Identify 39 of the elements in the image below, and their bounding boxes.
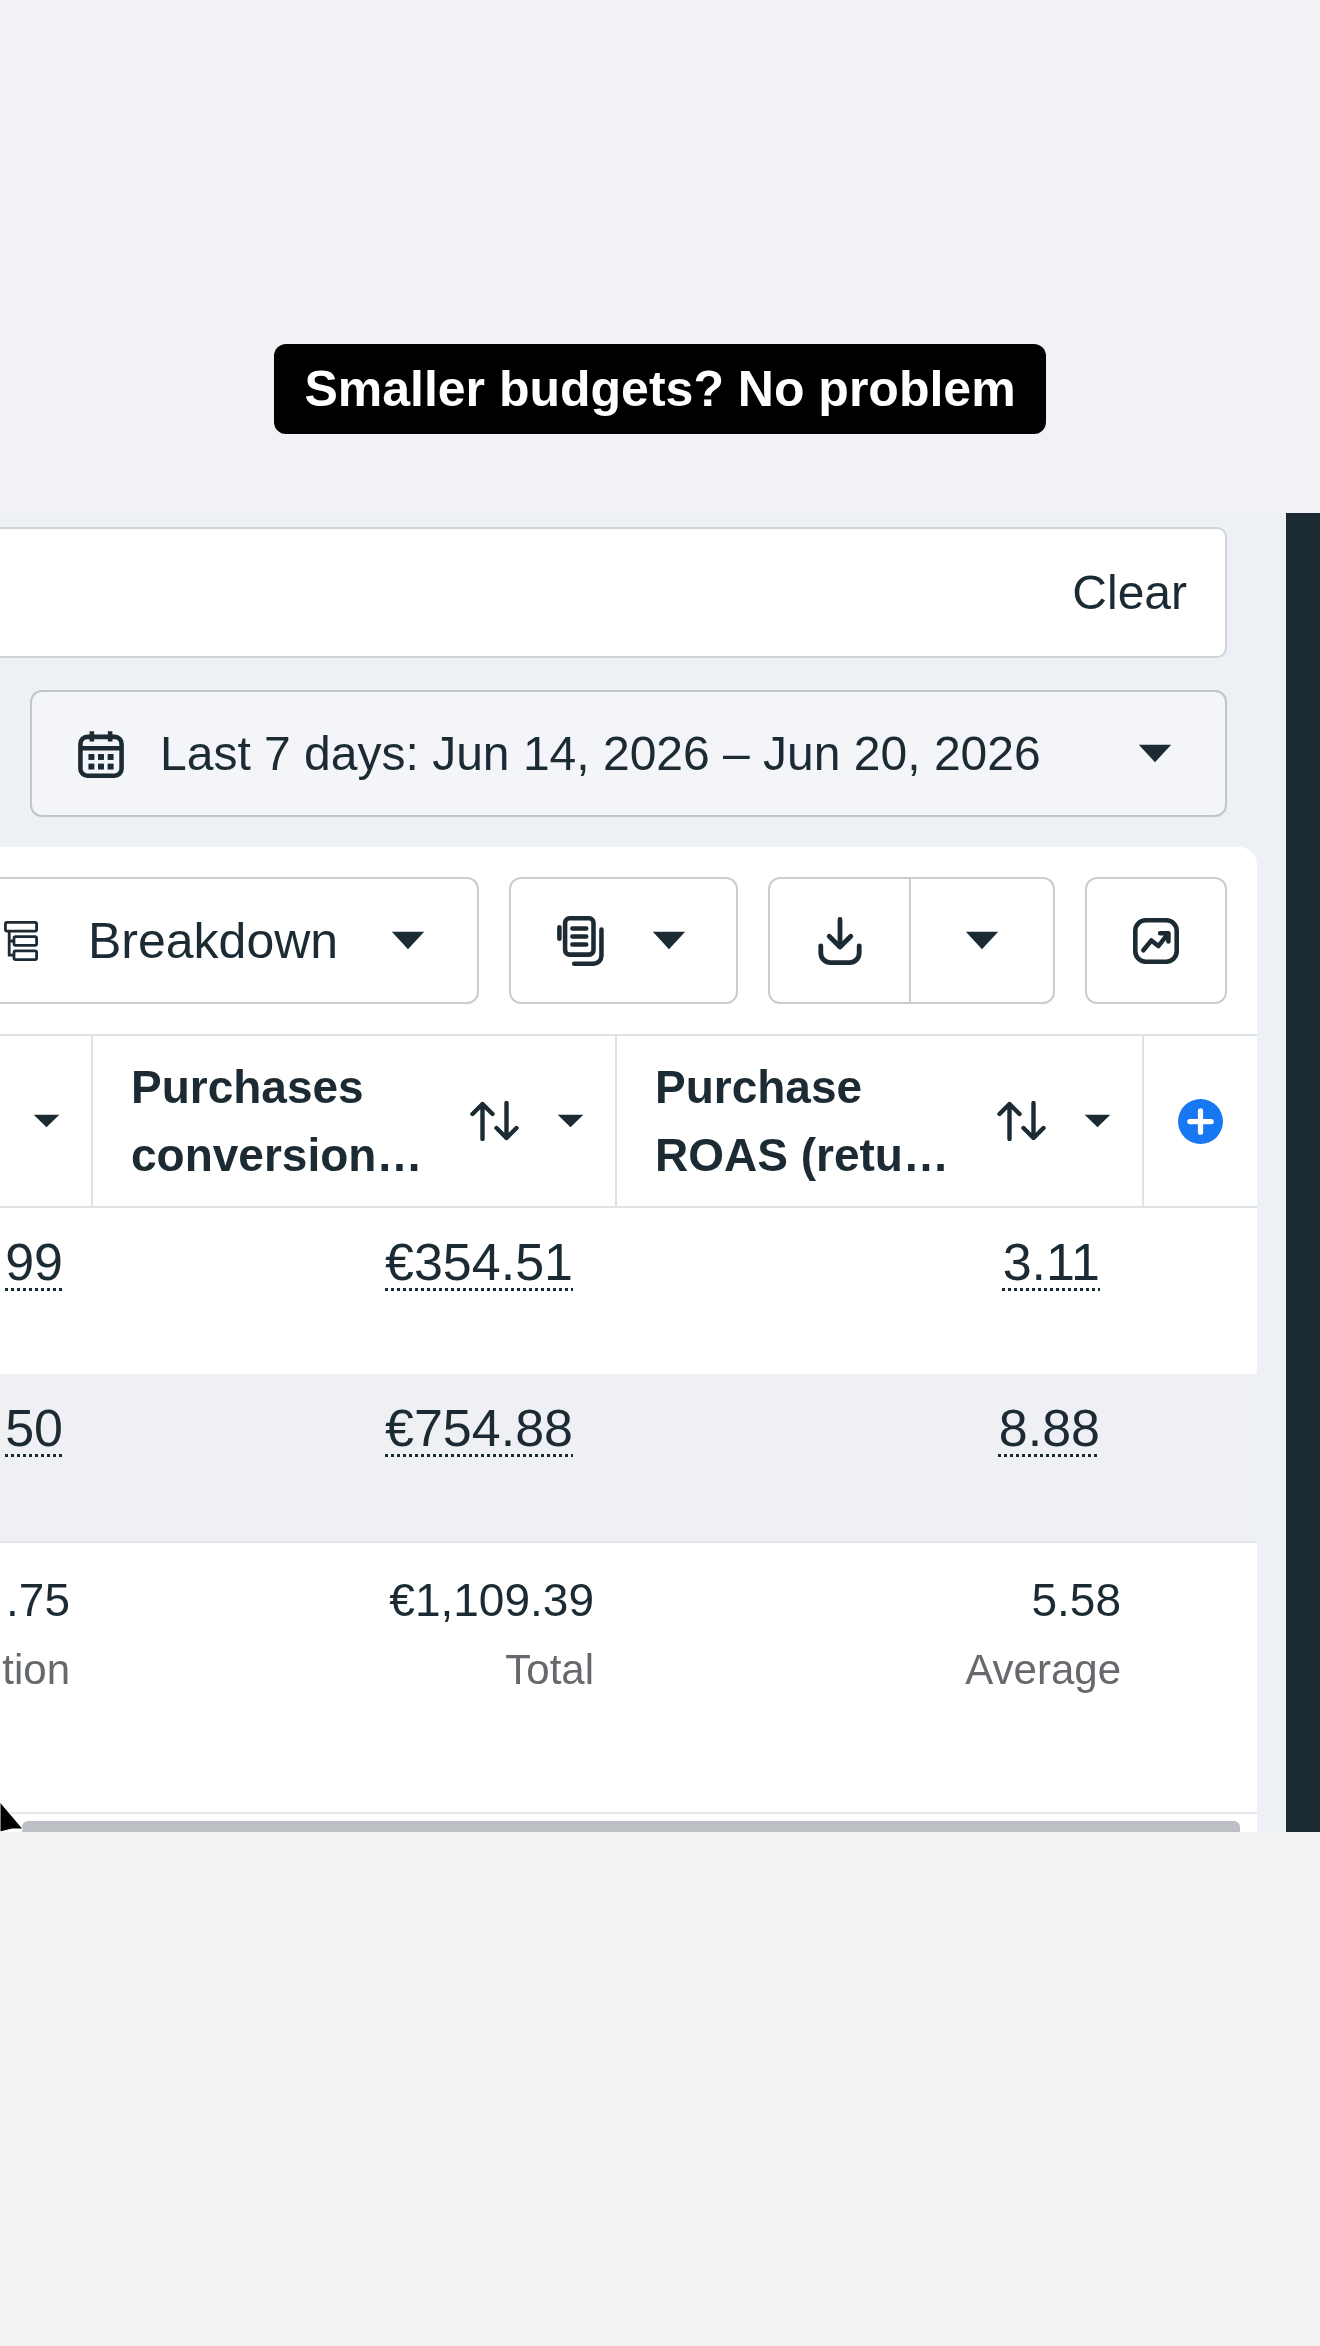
caret-icon[interactable] (1084, 1114, 1111, 1128)
total-label: Total (505, 1645, 594, 1695)
metric-value: 50 (5, 1398, 63, 1458)
caret-icon (965, 931, 999, 950)
caret-icon (652, 931, 686, 950)
metric-value: €354.51 (385, 1232, 573, 1292)
column-header[interactable]: Purchase ROAS (retu… (655, 1053, 975, 1189)
trend-chart-icon (1133, 917, 1179, 964)
metric-value: 8.88 (998, 1398, 1100, 1458)
metric-value: 3.11 (1002, 1232, 1100, 1292)
total-value: 5.58 (1031, 1573, 1121, 1628)
download-button[interactable] (768, 877, 911, 1004)
sort-icon[interactable] (995, 1101, 1048, 1141)
caret-icon[interactable] (33, 1114, 60, 1128)
metric-value: €754.88 (385, 1398, 573, 1458)
sort-icon[interactable] (468, 1101, 521, 1141)
total-label: Average (965, 1645, 1121, 1695)
scrollbar[interactable] (22, 1821, 1240, 1832)
caret-icon (1138, 744, 1172, 763)
filter-field[interactable]: Clear (0, 527, 1227, 658)
stacked-rows-icon (4, 920, 38, 961)
columns-button[interactable] (509, 877, 738, 1004)
table-row[interactable]: 50 €754.88 8.88 (0, 1374, 1257, 1541)
stacked-pages-icon (556, 915, 606, 966)
total-value: €1,109.39 (389, 1573, 594, 1628)
caption: Smaller budgets? No problem (274, 344, 1046, 434)
metric-value: 99 (5, 1232, 63, 1292)
total-value: .75 (6, 1573, 70, 1628)
column-header[interactable]: Purchases conversion… (131, 1053, 451, 1189)
total-label: tion (2, 1645, 70, 1695)
breakdown-button[interactable]: Breakdown (0, 877, 479, 1004)
chart-button[interactable] (1085, 877, 1227, 1004)
calendar-icon (78, 729, 124, 778)
plus-circle-icon[interactable] (1178, 1098, 1223, 1144)
download-icon (817, 916, 862, 965)
caret-icon[interactable] (557, 1114, 584, 1128)
clear-button[interactable]: Clear (1072, 562, 1187, 623)
date-range-button[interactable]: Last 7 days: Jun 14, 2026 – Jun 20, 2026 (30, 690, 1227, 817)
caret-icon (391, 931, 425, 950)
